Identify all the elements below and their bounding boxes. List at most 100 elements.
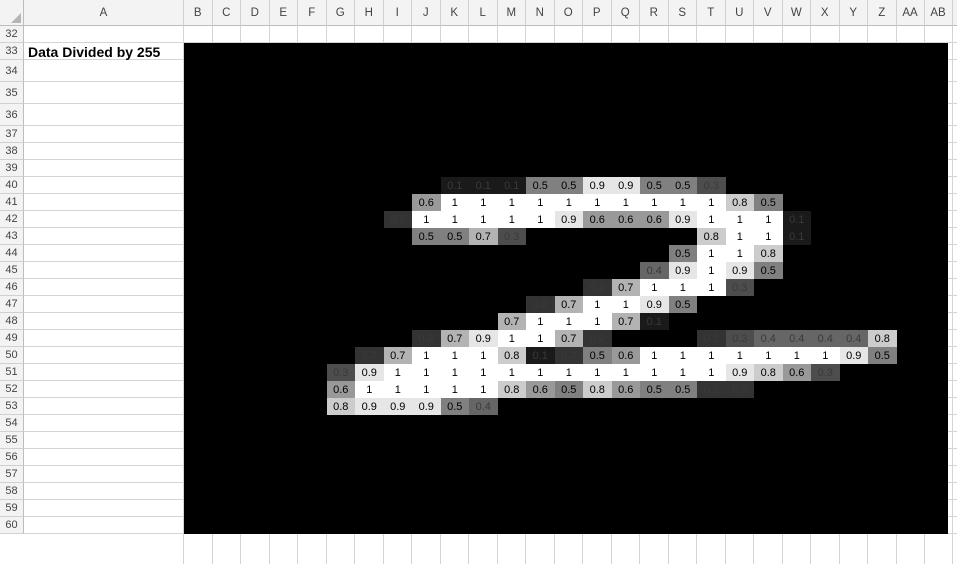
pixel-cell-R47[interactable]: 0.9 <box>640 296 669 313</box>
pixel-cell-P41[interactable]: 1 <box>583 194 612 211</box>
pixel-cell-L50[interactable]: 1 <box>469 347 498 364</box>
pixel-cell-R42[interactable]: 0.6 <box>640 211 669 228</box>
pixel-cell-O48[interactable]: 1 <box>554 313 583 330</box>
column-header-N[interactable]: N <box>526 0 555 26</box>
pixel-cell-Z50[interactable]: 0.5 <box>868 347 897 364</box>
pixel-cell-S40[interactable]: 0.5 <box>668 177 697 194</box>
pixel-cell-O41[interactable]: 1 <box>554 194 583 211</box>
pixel-cell-K49[interactable]: 0.7 <box>440 330 469 347</box>
pixel-cell-U49[interactable]: 0.3 <box>725 330 754 347</box>
pixel-cell-T41[interactable]: 1 <box>697 194 726 211</box>
column-header-J[interactable]: J <box>412 0 441 26</box>
pixel-cell-R40[interactable]: 0.5 <box>640 177 669 194</box>
select-all-button[interactable] <box>0 0 24 26</box>
pixel-cell-O49[interactable]: 0.7 <box>554 330 583 347</box>
pixel-cell-Y49[interactable]: 0.4 <box>839 330 868 347</box>
pixel-cell-M52[interactable]: 0.8 <box>497 381 526 398</box>
row-header-56[interactable]: 56 <box>0 449 24 466</box>
pixel-cell-J52[interactable]: 1 <box>412 381 441 398</box>
pixel-cell-N52[interactable]: 0.6 <box>526 381 555 398</box>
pixel-cell-U42[interactable]: 1 <box>725 211 754 228</box>
column-header-U[interactable]: U <box>725 0 754 26</box>
pixel-cell-J51[interactable]: 1 <box>412 364 441 381</box>
pixel-cell-O47[interactable]: 0.7 <box>554 296 583 313</box>
row-header-52[interactable]: 52 <box>0 381 24 398</box>
pixel-cell-P47[interactable]: 1 <box>583 296 612 313</box>
pixel-cell-N40[interactable]: 0.5 <box>526 177 555 194</box>
pixel-cell-N48[interactable]: 1 <box>526 313 555 330</box>
pixel-cell-U44[interactable]: 1 <box>725 245 754 262</box>
row-header-32[interactable]: 32 <box>0 26 24 43</box>
pixel-cell-P52[interactable]: 0.8 <box>583 381 612 398</box>
row-header-54[interactable]: 54 <box>0 415 24 432</box>
pixel-cell-G52[interactable]: 0.6 <box>326 381 355 398</box>
pixel-cell-N51[interactable]: 1 <box>526 364 555 381</box>
pixel-cell-P48[interactable]: 1 <box>583 313 612 330</box>
pixel-cell-K53[interactable]: 0.5 <box>440 398 469 415</box>
row-header-36[interactable]: 36 <box>0 104 24 126</box>
pixel-cell-T44[interactable]: 1 <box>697 245 726 262</box>
pixel-cell-U50[interactable]: 1 <box>725 347 754 364</box>
pixel-cell-Q48[interactable]: 0.7 <box>611 313 640 330</box>
pixel-cell-S44[interactable]: 0.5 <box>668 245 697 262</box>
pixel-cell-O52[interactable]: 0.5 <box>554 381 583 398</box>
pixel-cell-R41[interactable]: 1 <box>640 194 669 211</box>
pixel-cell-P51[interactable]: 1 <box>583 364 612 381</box>
pixel-cell-N49[interactable]: 1 <box>526 330 555 347</box>
column-header-E[interactable]: E <box>269 0 298 26</box>
pixel-cell-J49[interactable]: 0.2 <box>412 330 441 347</box>
pixel-cell-Q50[interactable]: 0.6 <box>611 347 640 364</box>
row-header-49[interactable]: 49 <box>0 330 24 347</box>
pixel-cell-V44[interactable]: 0.8 <box>754 245 783 262</box>
column-header-Q[interactable]: Q <box>611 0 640 26</box>
pixel-cell-M41[interactable]: 1 <box>497 194 526 211</box>
pixel-cell-M50[interactable]: 0.8 <box>497 347 526 364</box>
pixel-cell-H51[interactable]: 0.9 <box>355 364 384 381</box>
pixel-cell-M40[interactable]: 0.1 <box>497 177 526 194</box>
row-header-33[interactable]: 33 <box>0 43 24 60</box>
pixel-cell-L42[interactable]: 1 <box>469 211 498 228</box>
row-header-41[interactable]: 41 <box>0 194 24 211</box>
pixel-cell-V49[interactable]: 0.4 <box>754 330 783 347</box>
row-header-34[interactable]: 34 <box>0 60 24 82</box>
pixel-cell-P42[interactable]: 0.6 <box>583 211 612 228</box>
pixel-cell-P50[interactable]: 0.5 <box>583 347 612 364</box>
column-header-A[interactable]: A <box>24 0 184 26</box>
pixel-cell-S42[interactable]: 0.9 <box>668 211 697 228</box>
pixel-cell-H53[interactable]: 0.9 <box>355 398 384 415</box>
pixel-cell-G51[interactable]: 0.3 <box>326 364 355 381</box>
row-header-45[interactable]: 45 <box>0 262 24 279</box>
pixel-cell-L53[interactable]: 0.4 <box>469 398 498 415</box>
row-header-47[interactable]: 47 <box>0 296 24 313</box>
pixel-cell-U41[interactable]: 0.8 <box>725 194 754 211</box>
row-header-46[interactable]: 46 <box>0 279 24 296</box>
row-header-51[interactable]: 51 <box>0 364 24 381</box>
pixel-cell-T43[interactable]: 0.8 <box>697 228 726 245</box>
row-header-37[interactable]: 37 <box>0 126 24 143</box>
pixel-cell-V45[interactable]: 0.5 <box>754 262 783 279</box>
column-header-C[interactable]: C <box>212 0 241 26</box>
column-header-D[interactable]: D <box>241 0 270 26</box>
row-header-55[interactable]: 55 <box>0 432 24 449</box>
pixel-cell-W51[interactable]: 0.6 <box>782 364 811 381</box>
pixel-cell-X51[interactable]: 0.3 <box>811 364 840 381</box>
pixel-cell-J41[interactable]: 0.6 <box>412 194 441 211</box>
row-header-48[interactable]: 48 <box>0 313 24 330</box>
pixel-cell-P40[interactable]: 0.9 <box>583 177 612 194</box>
column-header-L[interactable]: L <box>469 0 498 26</box>
pixel-cell-Q47[interactable]: 1 <box>611 296 640 313</box>
pixel-cell-I53[interactable]: 0.9 <box>383 398 412 415</box>
pixel-cell-X50[interactable]: 1 <box>811 347 840 364</box>
column-header-M[interactable]: M <box>497 0 526 26</box>
row-header-58[interactable]: 58 <box>0 483 24 500</box>
pixel-cell-Q41[interactable]: 1 <box>611 194 640 211</box>
pixel-cell-L49[interactable]: 0.9 <box>469 330 498 347</box>
pixel-cell-T40[interactable]: 0.3 <box>697 177 726 194</box>
pixel-cell-H52[interactable]: 1 <box>355 381 384 398</box>
pixel-cell-I42[interactable]: 0.2 <box>383 211 412 228</box>
pixel-cell-Q42[interactable]: 0.6 <box>611 211 640 228</box>
pixel-cell-J50[interactable]: 1 <box>412 347 441 364</box>
pixel-cell-O40[interactable]: 0.5 <box>554 177 583 194</box>
pixel-cell-I52[interactable]: 1 <box>383 381 412 398</box>
pixel-cell-K52[interactable]: 1 <box>440 381 469 398</box>
